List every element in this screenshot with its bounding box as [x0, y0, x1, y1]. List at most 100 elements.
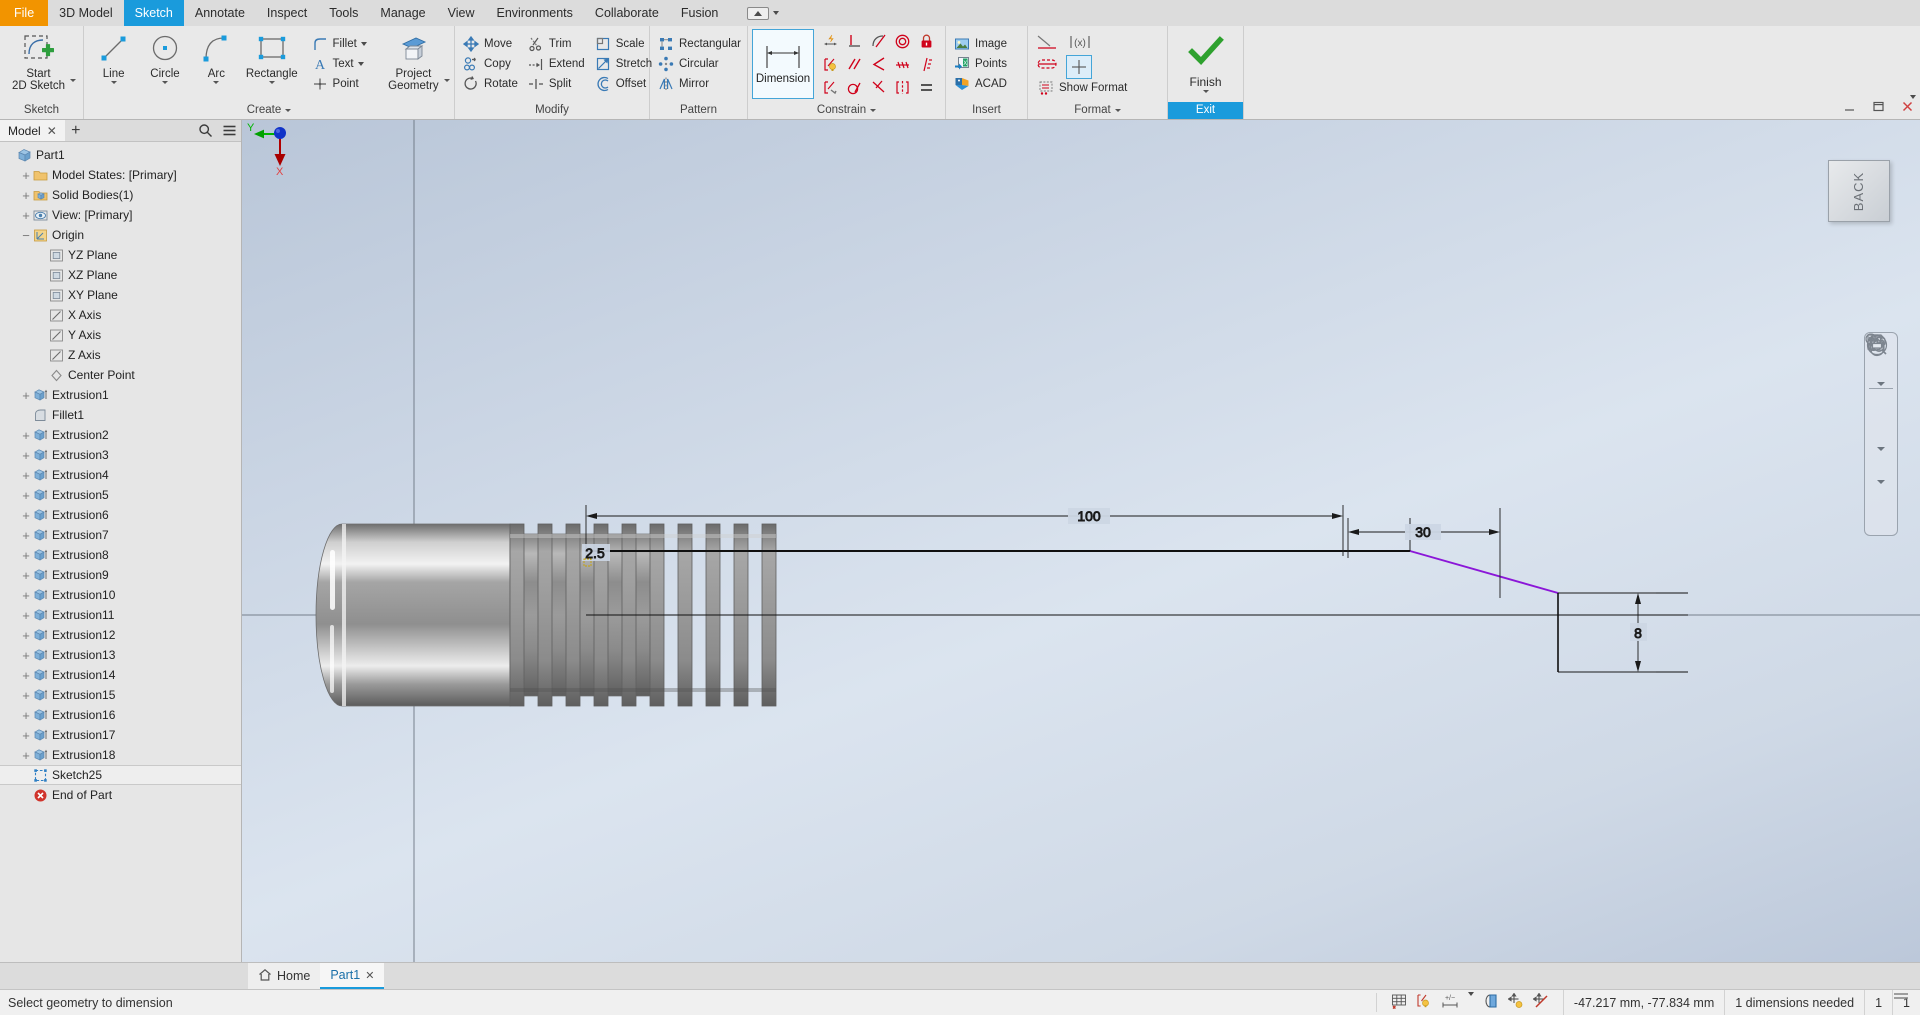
- offset-button[interactable]: Offset: [591, 74, 658, 94]
- mirror-button[interactable]: Mirror: [654, 74, 747, 94]
- tree-node-x-axis[interactable]: X Axis: [0, 305, 241, 325]
- menu-item-environments[interactable]: Environments: [485, 0, 583, 26]
- trim-button[interactable]: Trim: [524, 34, 591, 54]
- tree-node-extrusion3[interactable]: + Extrusion3: [0, 445, 241, 465]
- point-button[interactable]: Point: [308, 74, 373, 94]
- construction-line-icon[interactable]: [1034, 31, 1060, 53]
- tree-node-extrusion6[interactable]: + Extrusion6: [0, 505, 241, 525]
- minimize-icon[interactable]: [1843, 100, 1856, 118]
- horizontal-icon[interactable]: [866, 76, 890, 99]
- maximize-icon[interactable]: [1872, 100, 1885, 118]
- view-cube[interactable]: BACK: [1828, 160, 1890, 222]
- close-icon[interactable]: ✕: [365, 969, 374, 982]
- symmetric-icon[interactable]: [914, 53, 938, 76]
- tree-node-part1[interactable]: Part1: [0, 145, 241, 165]
- expand-icon[interactable]: +: [20, 565, 32, 585]
- points-button[interactable]: X Points: [950, 54, 1013, 74]
- tree-node-center-point[interactable]: Center Point: [0, 365, 241, 385]
- project-geometry-dropdown-icon[interactable]: [444, 79, 450, 82]
- expand-icon[interactable]: +: [20, 605, 32, 625]
- smooth-icon[interactable]: [842, 76, 866, 99]
- rectangular-pattern-button[interactable]: Rectangular: [654, 34, 747, 54]
- expand-icon[interactable]: +: [20, 165, 32, 185]
- expand-icon[interactable]: +: [20, 425, 32, 445]
- panel-constrain-dropdown-icon[interactable]: [870, 109, 877, 112]
- add-browser-tab-button[interactable]: +: [65, 120, 87, 141]
- look-at-icon[interactable]: [1867, 334, 1895, 512]
- tree-node-extrusion16[interactable]: + Extrusion16: [0, 705, 241, 725]
- steering-wheel-icon[interactable]: [1866, 334, 1895, 381]
- pan-hand-icon[interactable]: [1867, 335, 1895, 418]
- orbit-dropdown-icon[interactable]: [1877, 480, 1885, 484]
- grid-snap-icon[interactable]: [1391, 993, 1407, 1012]
- expand-icon[interactable]: +: [20, 585, 32, 605]
- finish-dropdown-icon[interactable]: [1202, 90, 1209, 93]
- relax-mode-icon[interactable]: [818, 76, 842, 99]
- menu-item-view[interactable]: View: [437, 0, 486, 26]
- tree-node-extrusion5[interactable]: + Extrusion5: [0, 485, 241, 505]
- start-2d-sketch-dropdown-icon[interactable]: [69, 79, 76, 82]
- panel-create-dropdown-icon[interactable]: [285, 109, 292, 112]
- expand-icon[interactable]: +: [20, 185, 32, 205]
- graphics-canvas[interactable]: 100 30 8 2.5 BACK Y X: [242, 120, 1920, 962]
- tree-node-extrusion15[interactable]: + Extrusion15: [0, 685, 241, 705]
- document-tab-part1[interactable]: Part1 ✕: [320, 963, 385, 989]
- project-geometry-button[interactable]: Project Geometry: [383, 28, 444, 100]
- zoom-icon[interactable]: [1867, 334, 1895, 446]
- expand-icon[interactable]: +: [20, 385, 32, 405]
- ribbon-overflow-icon[interactable]: [1910, 95, 1916, 99]
- stretch-button[interactable]: Stretch: [591, 54, 658, 74]
- expand-icon[interactable]: +: [20, 545, 32, 565]
- tree-node-solid-bodies-1[interactable]: + Solid Bodies(1): [0, 185, 241, 205]
- collapse-icon[interactable]: −: [20, 225, 32, 245]
- panel-format-dropdown-icon[interactable]: [1114, 109, 1121, 112]
- tree-node-extrusion1[interactable]: + Extrusion1: [0, 385, 241, 405]
- browser-tab-model[interactable]: Model ✕: [0, 120, 65, 141]
- tree-node-y-axis[interactable]: Y Axis: [0, 325, 241, 345]
- start-2d-sketch-button[interactable]: Start 2D Sketch: [8, 28, 70, 100]
- tree-node-extrusion10[interactable]: + Extrusion10: [0, 585, 241, 605]
- steering-wheel-dropdown-icon[interactable]: [1877, 382, 1885, 386]
- circle-button[interactable]: Circle: [139, 28, 190, 100]
- tree-node-extrusion2[interactable]: + Extrusion2: [0, 425, 241, 445]
- tree-node-end-of-part[interactable]: End of Part: [0, 785, 241, 805]
- menu-item-fusion[interactable]: Fusion: [670, 0, 730, 26]
- dof-icon[interactable]: [1507, 992, 1524, 1012]
- tree-node-extrusion9[interactable]: + Extrusion9: [0, 565, 241, 585]
- center-point-icon[interactable]: [1066, 55, 1092, 79]
- expand-icon[interactable]: +: [20, 745, 32, 765]
- auto-dimension-icon[interactable]: [818, 30, 842, 53]
- fillet-button[interactable]: Fillet: [308, 34, 373, 54]
- concentric-icon[interactable]: [890, 30, 914, 53]
- menu-item-collaborate[interactable]: Collaborate: [584, 0, 670, 26]
- menu-item-file[interactable]: File: [0, 0, 49, 26]
- menu-item-manage[interactable]: Manage: [369, 0, 436, 26]
- tree-node-origin[interactable]: − Origin: [0, 225, 241, 245]
- expand-icon[interactable]: +: [20, 685, 32, 705]
- tree-node-fillet1[interactable]: Fillet1: [0, 405, 241, 425]
- tree-node-xz-plane[interactable]: XZ Plane: [0, 265, 241, 285]
- tree-node-extrusion7[interactable]: + Extrusion7: [0, 525, 241, 545]
- equal-icon[interactable]: [914, 76, 938, 99]
- rotate-button[interactable]: Rotate: [459, 74, 524, 94]
- tree-node-extrusion8[interactable]: + Extrusion8: [0, 545, 241, 565]
- fillet-dropdown-icon[interactable]: [360, 42, 367, 46]
- browser-menu-icon[interactable]: [217, 120, 241, 141]
- text-dropdown-icon[interactable]: [357, 62, 364, 66]
- tree-node-sketch25[interactable]: Sketch25: [0, 765, 241, 785]
- expand-icon[interactable]: +: [20, 705, 32, 725]
- expand-icon[interactable]: +: [20, 665, 32, 685]
- split-button[interactable]: Split: [524, 74, 591, 94]
- tree-node-yz-plane[interactable]: YZ Plane: [0, 245, 241, 265]
- quick-access-dropdown[interactable]: [739, 0, 787, 26]
- tree-node-extrusion4[interactable]: + Extrusion4: [0, 465, 241, 485]
- expand-icon[interactable]: +: [20, 725, 32, 745]
- tangent-icon[interactable]: [866, 30, 890, 53]
- tree-node-extrusion17[interactable]: + Extrusion17: [0, 725, 241, 745]
- rectangle-button[interactable]: Rectangle: [242, 28, 302, 100]
- coincident-icon[interactable]: [866, 53, 890, 76]
- driven-dimension-icon[interactable]: (x): [1066, 31, 1094, 53]
- menu-item-inspect[interactable]: Inspect: [256, 0, 318, 26]
- expand-icon[interactable]: +: [20, 525, 32, 545]
- tree-node-xy-plane[interactable]: XY Plane: [0, 285, 241, 305]
